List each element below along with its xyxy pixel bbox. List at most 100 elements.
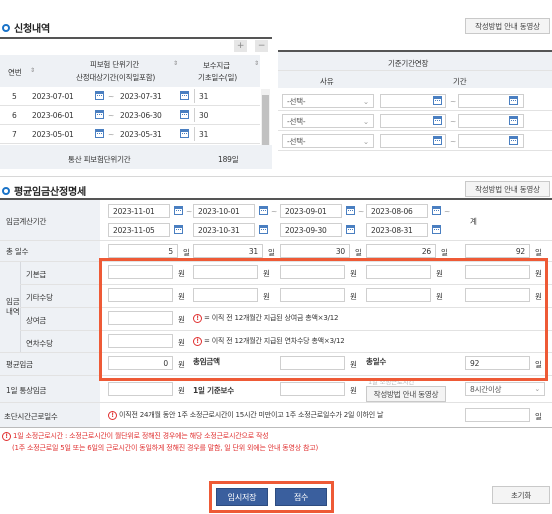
range-tilde: ~	[358, 207, 365, 216]
calendar-icon[interactable]	[180, 110, 189, 119]
range-tilde: ~	[450, 117, 457, 126]
chevron-down-icon: ⌄	[362, 96, 369, 106]
col-ext-period-header: 기간	[453, 77, 467, 86]
short-work-days-input[interactable]	[465, 408, 530, 422]
warning-icon: !	[108, 410, 117, 420]
period-from-input[interactable]: 2023-05-01	[28, 127, 90, 141]
range-tilde: ~	[450, 137, 457, 146]
base-pay-per-day-input[interactable]	[280, 382, 345, 396]
avg-wage-label: 평균임금	[6, 360, 33, 369]
period-total-label: 통산 피보험단위기간	[68, 155, 131, 164]
calendar-icon[interactable]	[180, 129, 189, 138]
range-tilde: ~	[271, 207, 278, 216]
footnote-line-2: (1주 소정근로일 5일 또는 6일의 근로시간이 동일하게 정해진 경우를 말…	[12, 444, 319, 452]
period-from-input[interactable]: 2023-06-01	[28, 108, 90, 122]
annual-leave-pay-label: 연차수당	[26, 339, 53, 348]
calc-period-to-input[interactable]: 2023-11-05	[108, 223, 170, 237]
save-temp-button[interactable]: 임시저장	[216, 488, 268, 506]
calendar-icon[interactable]	[346, 206, 355, 215]
chevron-down-icon: ⌄	[534, 385, 540, 393]
calendar-icon[interactable]	[509, 136, 518, 145]
base-pay-label: 기본급	[26, 270, 47, 279]
calendar-icon[interactable]	[180, 91, 189, 100]
scrollbar-thumb[interactable]	[262, 95, 269, 145]
base-days-input[interactable]: 31	[194, 89, 256, 103]
base-pay-per-day-label: 1일 기준보수	[193, 386, 234, 395]
col-reason-header: 사유	[320, 77, 334, 86]
work-hours-select[interactable]: 8시간이상 ⌄	[465, 382, 545, 396]
calendar-icon[interactable]	[174, 225, 183, 234]
normal-wage-input[interactable]	[108, 382, 173, 396]
col-days-subheader: 기초일수(일)	[198, 73, 237, 82]
period-to-input[interactable]: 2023-05-31	[116, 127, 176, 141]
calc-period-to-input[interactable]: 2023-10-31	[193, 223, 255, 237]
footnote-line-1: ! 1일 소정근로시간 : 소정근로시간이 월단위로 정해진 경우에는 해당 소정…	[2, 431, 269, 441]
calendar-icon[interactable]	[259, 225, 268, 234]
calendar-icon[interactable]	[432, 206, 441, 215]
calendar-icon[interactable]	[433, 96, 442, 105]
col-period-subheader: 산정대상기간(이직일포함)	[76, 73, 156, 82]
period-days-input[interactable]: 31	[193, 244, 263, 258]
calendar-icon[interactable]	[174, 206, 183, 215]
section-bullet-icon	[2, 186, 10, 195]
period-total-value: 189일	[218, 155, 239, 164]
extension-reason-select[interactable]: -선택- ⌄	[282, 114, 374, 128]
calc-period-to-input[interactable]: 2023-08-31	[366, 223, 428, 237]
chevron-down-icon: ⌄	[362, 116, 369, 126]
base-days-input[interactable]: 31	[194, 127, 256, 141]
period-to-input[interactable]: 2023-06-30	[116, 108, 176, 122]
guide-video-button[interactable]: 작성방법 안내 동영상	[465, 18, 550, 34]
calc-period-from-input[interactable]: 2023-11-01	[108, 204, 170, 218]
warning-icon: !	[2, 431, 11, 441]
remove-row-button[interactable]: −	[255, 40, 268, 52]
days-total-input[interactable]: 92	[465, 244, 530, 258]
section-title-average-wage: 평균임금산정명세	[2, 183, 86, 198]
period-to-input[interactable]: 2023-07-31	[116, 89, 176, 103]
calc-period-to-input[interactable]: 2023-09-30	[280, 223, 342, 237]
col-period-header: 피보험 단위기간	[90, 60, 140, 69]
submit-button[interactable]: 접수	[275, 488, 327, 506]
guide-video-button-3[interactable]: 작성방법 안내 동영상	[366, 386, 446, 402]
short-work-label: 초단시간근로일수	[4, 412, 58, 421]
base-days-input[interactable]: 30	[194, 108, 256, 122]
guide-video-button-2[interactable]: 작성방법 안내 동영상	[465, 181, 550, 197]
calendar-icon[interactable]	[95, 129, 104, 138]
total-days-label: 총 일수	[6, 247, 29, 256]
bonus-label: 상여금	[26, 316, 47, 325]
calendar-icon[interactable]	[433, 136, 442, 145]
calc-period-from-input[interactable]: 2023-08-06	[366, 204, 428, 218]
sort-icon[interactable]: ⇕	[254, 60, 259, 67]
extension-title: 기준기간연장	[388, 59, 429, 68]
total-column-label: 계	[470, 217, 477, 226]
section-title-application: 신청내역	[2, 20, 50, 35]
period-days-input[interactable]: 30	[280, 244, 350, 258]
calendar-icon[interactable]	[509, 116, 518, 125]
add-row-button[interactable]: +	[234, 40, 247, 52]
calendar-icon[interactable]	[346, 225, 355, 234]
short-work-note: ! 이직전 24개월 동안 1주 소정근로시간이 15시간 미만이고 1주 소정근…	[108, 410, 383, 420]
extension-reason-select[interactable]: -선택- ⌄	[282, 94, 374, 108]
other-allowance-label: 기타수당	[26, 293, 53, 302]
period-from-input[interactable]: 2023-07-01	[28, 89, 90, 103]
chevron-down-icon: ⌄	[362, 136, 369, 146]
calendar-icon[interactable]	[432, 225, 441, 234]
calendar-icon[interactable]	[509, 96, 518, 105]
wage-group-label: 임금 내역	[6, 297, 20, 316]
sort-icon[interactable]: ⇕	[173, 60, 178, 67]
range-tilde: ~	[450, 97, 457, 106]
range-tilde: ~	[108, 111, 115, 120]
sort-icon[interactable]: ⇕	[30, 67, 35, 74]
calendar-icon[interactable]	[95, 110, 104, 119]
calc-period-from-input[interactable]: 2023-10-01	[193, 204, 255, 218]
calendar-icon[interactable]	[259, 206, 268, 215]
period-days-input[interactable]: 5	[108, 244, 178, 258]
calendar-icon[interactable]	[95, 91, 104, 100]
normal-wage-label: 1일 통상임금	[6, 386, 47, 395]
extension-reason-select[interactable]: -선택- ⌄	[282, 134, 374, 148]
calc-period-from-input[interactable]: 2023-09-01	[280, 204, 342, 218]
col-days-header: 보수지급	[203, 61, 230, 70]
range-tilde: ~	[108, 130, 115, 139]
calendar-icon[interactable]	[433, 116, 442, 125]
period-days-input[interactable]: 26	[366, 244, 436, 258]
reset-button[interactable]: 초기화	[492, 486, 550, 504]
